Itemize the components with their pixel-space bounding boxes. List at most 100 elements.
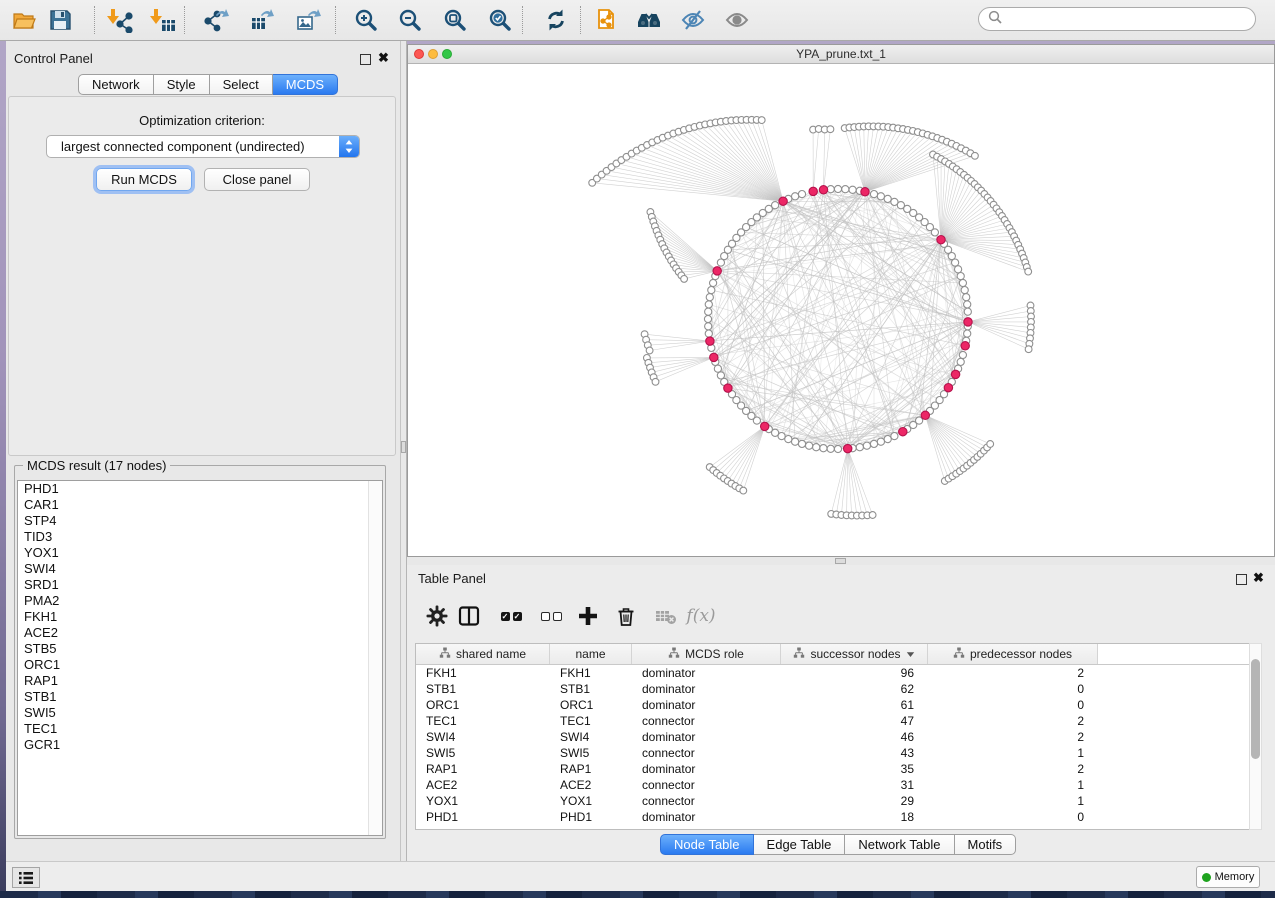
cell-predecessor-nodes: 1 (928, 793, 1098, 809)
column-settings-icon[interactable] (424, 603, 450, 629)
list-scrollbar[interactable] (368, 481, 382, 835)
table-row[interactable]: STB1STB1dominator620 (416, 681, 1261, 697)
mcds-result-item[interactable]: PMA2 (18, 593, 382, 609)
horizontal-splitter[interactable] (407, 557, 1275, 565)
save-session-icon[interactable] (47, 7, 73, 33)
tab-mcds[interactable]: MCDS (273, 74, 338, 95)
toolbar-separator (580, 6, 581, 34)
table-row[interactable]: YOX1YOX1connector291 (416, 793, 1261, 809)
tab-motifs[interactable]: Motifs (955, 834, 1017, 855)
mcds-result-item[interactable]: ACE2 (18, 625, 382, 641)
column-header-successor-nodes[interactable]: successor nodes (781, 644, 928, 664)
mcds-result-item[interactable]: SRD1 (18, 577, 382, 593)
network-window-titlebar[interactable]: YPA_prune.txt_1 (408, 45, 1274, 64)
cell-name: SWI4 (550, 729, 632, 745)
close-panel-button[interactable]: Close panel (204, 168, 310, 191)
tab-network-table[interactable]: Network Table (845, 834, 954, 855)
select-all-rows-icon[interactable]: ✓✓ (498, 603, 524, 629)
cell-predecessor-nodes: 1 (928, 745, 1098, 761)
zoom-selected-icon[interactable] (487, 7, 513, 33)
table-row[interactable]: ORC1ORC1dominator610 (416, 697, 1261, 713)
mcds-result-list[interactable]: PHD1CAR1STP4TID3YOX1SWI4SRD1PMA2FKH1ACE2… (17, 480, 383, 836)
delete-columns-icon[interactable] (613, 603, 639, 629)
clear-table-icon[interactable] (653, 603, 679, 629)
mcds-result-item[interactable]: SWI4 (18, 561, 382, 577)
table-row[interactable]: PHD1PHD1dominator180 (416, 809, 1261, 825)
toolbar-separator (94, 6, 95, 34)
memory-button[interactable]: Memory (1196, 866, 1260, 888)
column-header-name[interactable]: name (550, 644, 632, 664)
mcds-result-item[interactable]: CAR1 (18, 497, 382, 513)
hierarchy-icon (668, 647, 680, 662)
import-network-icon[interactable] (107, 7, 133, 33)
search-input[interactable] (978, 7, 1256, 31)
sort-desc-icon (906, 647, 915, 661)
network-canvas[interactable] (408, 64, 1274, 556)
criterion-select[interactable]: largest connected component (undirected) (46, 135, 360, 158)
cell-successor-nodes: 35 (781, 761, 928, 777)
table-row[interactable]: FKH1FKH1dominator962 (416, 665, 1261, 681)
mcds-result-item[interactable]: RAP1 (18, 673, 382, 689)
column-header-shared-name[interactable]: shared name (416, 644, 550, 664)
mcds-result-item[interactable]: SWI5 (18, 705, 382, 721)
export-image-icon[interactable] (295, 7, 321, 33)
table-scrollbar[interactable] (1249, 643, 1262, 830)
deselect-all-rows-icon[interactable] (538, 603, 564, 629)
table-row[interactable]: SWI5SWI5connector431 (416, 745, 1261, 761)
hide-selected-icon[interactable] (680, 7, 706, 33)
column-header-MCDS-role[interactable]: MCDS role (632, 644, 781, 664)
toggle-panel-layout-icon[interactable] (456, 603, 482, 629)
export-network-icon[interactable] (203, 7, 229, 33)
cell-MCDS-role: dominator (632, 697, 781, 713)
mcds-result-item[interactable]: STB1 (18, 689, 382, 705)
close-panel-icon[interactable]: ✖ (378, 49, 389, 67)
vertical-splitter[interactable] (400, 41, 407, 861)
mcds-result-item[interactable]: TID3 (18, 529, 382, 545)
float-panel-icon[interactable] (1236, 572, 1247, 590)
table-row[interactable]: RAP1RAP1dominator352 (416, 761, 1261, 777)
apply-layout-icon[interactable] (543, 7, 569, 33)
tab-node-table[interactable]: Node Table (660, 834, 754, 855)
mcds-result-item[interactable]: GCR1 (18, 737, 382, 753)
task-history-button[interactable] (12, 867, 40, 888)
tab-select[interactable]: Select (210, 74, 273, 95)
table-row[interactable]: ACE2ACE2connector311 (416, 777, 1261, 793)
splitter-handle[interactable] (835, 558, 846, 564)
mcds-result-item[interactable]: ORC1 (18, 657, 382, 673)
new-network-from-selection-icon[interactable] (594, 7, 620, 33)
first-neighbors-icon[interactable] (636, 7, 662, 33)
cell-MCDS-role: dominator (632, 809, 781, 825)
table-row[interactable]: TEC1TEC1connector472 (416, 713, 1261, 729)
scrollbar-thumb[interactable] (1251, 659, 1260, 759)
mcds-result-item[interactable]: STP4 (18, 513, 382, 529)
mcds-result-item[interactable]: FKH1 (18, 609, 382, 625)
control-panel-tabs: NetworkStyleSelectMCDS (78, 74, 338, 95)
add-column-icon[interactable] (575, 603, 601, 629)
function-builder-icon[interactable]: f(x) (688, 603, 714, 629)
float-panel-icon[interactable] (360, 52, 371, 70)
mcds-result-item[interactable]: YOX1 (18, 545, 382, 561)
splitter-handle[interactable] (401, 441, 406, 453)
mcds-result-item[interactable]: STB5 (18, 641, 382, 657)
run-mcds-button[interactable]: Run MCDS (96, 168, 192, 191)
open-session-icon[interactable] (11, 7, 37, 33)
cell-name: TEC1 (550, 713, 632, 729)
table-row[interactable]: SWI4SWI4dominator462 (416, 729, 1261, 745)
zoom-fit-icon[interactable] (442, 7, 468, 33)
close-panel-icon[interactable]: ✖ (1253, 569, 1264, 587)
tab-edge-table[interactable]: Edge Table (754, 834, 846, 855)
tab-style[interactable]: Style (154, 74, 210, 95)
mcds-result-item[interactable]: TEC1 (18, 721, 382, 737)
tab-network[interactable]: Network (78, 74, 154, 95)
cell-predecessor-nodes: 2 (928, 665, 1098, 681)
cell-MCDS-role: dominator (632, 681, 781, 697)
hierarchy-icon (439, 647, 451, 662)
show-all-icon[interactable] (724, 7, 750, 33)
column-header-predecessor-nodes[interactable]: predecessor nodes (928, 644, 1098, 664)
zoom-out-icon[interactable] (397, 7, 423, 33)
mcds-result-item[interactable]: PHD1 (18, 481, 382, 497)
import-table-icon[interactable] (150, 7, 176, 33)
cell-shared-name: SWI5 (416, 745, 550, 761)
zoom-in-icon[interactable] (353, 7, 379, 33)
export-table-icon[interactable] (249, 7, 275, 33)
